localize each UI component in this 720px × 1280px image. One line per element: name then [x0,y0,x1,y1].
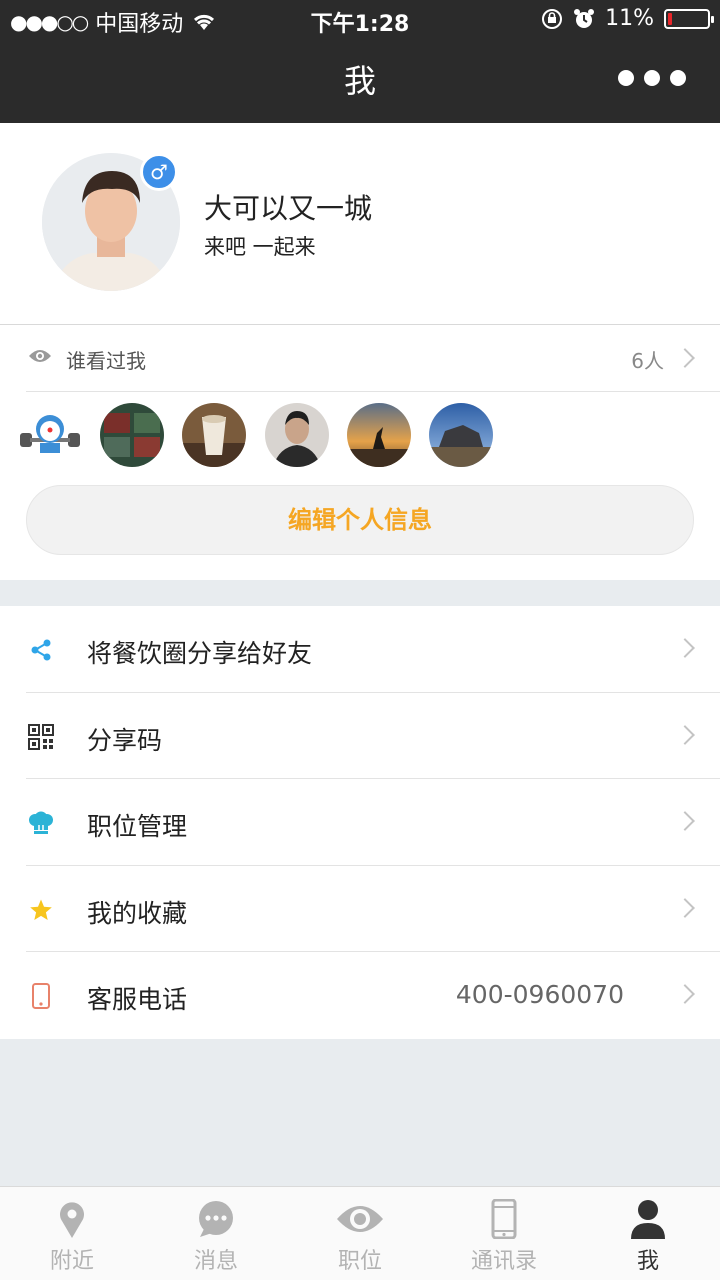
edit-profile-button[interactable]: 编辑个人信息 [26,485,694,555]
tab-label: 消息 [193,1249,238,1274]
chef-hat-icon [28,810,54,836]
mobile-phone-icon [491,1199,517,1239]
menu-item-share-app[interactable]: 将餐饮圈分享给好友 [26,606,720,693]
more-dot-icon [618,70,634,86]
phone-icon [28,983,54,1009]
eye-icon [337,1206,383,1232]
visitor-avatar[interactable] [182,403,246,467]
tab-messages[interactable]: 消息 [144,1187,288,1280]
person-icon [631,1200,665,1239]
tab-label: 职位 [337,1249,382,1274]
menu-item-label: 职位管理 [87,812,188,841]
user-name: 大可以又一城 [204,192,373,225]
chat-bubble-icon [199,1201,233,1237]
menu-item-favorites[interactable]: 我的收藏 [26,866,720,952]
visitors-section: 谁看过我 6人 编辑个人信息 [0,324,720,580]
tab-contacts[interactable]: 通讯录 [432,1187,576,1280]
menu-item-label: 我的收藏 [87,898,188,928]
eye-icon [29,350,51,362]
chevron-right-icon [675,348,695,368]
menu-item-label: 分享码 [87,725,163,755]
tab-jobs[interactable]: 职位 [288,1187,432,1280]
battery-level [668,12,672,25]
menu-item-customer-service[interactable]: 客服电话 400-0960070 [26,952,720,1039]
location-pin-icon [60,1202,84,1238]
profile-card[interactable]: ♂ 大可以又一城 来吧 一起来 [0,123,720,324]
settings-menu: 将餐饮圈分享给好友 分享码 职位管理 我的收藏 客服电话 400-0960070 [0,606,720,1039]
visitor-avatar[interactable] [18,403,82,467]
more-options-button[interactable] [618,70,686,86]
who-viewed-me-row[interactable]: 谁看过我 6人 [26,325,720,392]
tab-label: 通讯录 [470,1249,537,1274]
visitor-avatar[interactable] [265,403,329,467]
rotation-lock-icon [542,8,563,29]
share-icon [28,637,54,663]
visitor-avatar[interactable] [100,403,164,467]
menu-item-label: 客服电话 [87,985,188,1014]
tab-nearby[interactable]: 附近 [0,1187,144,1280]
chevron-right-icon [675,897,695,918]
visitor-avatar[interactable] [347,403,411,467]
visitor-count: 6人 [631,349,664,373]
battery-percent: 11% [605,6,654,31]
star-icon [28,897,54,923]
chevron-right-icon [675,724,695,745]
menu-item-job-management[interactable]: 职位管理 [26,779,720,866]
tab-me[interactable]: 我 [576,1187,720,1280]
tab-label: 附近 [49,1249,94,1274]
chevron-right-icon [675,811,695,831]
alarm-icon [574,8,595,28]
qrcode-icon [28,723,54,750]
menu-item-share-code[interactable]: 分享码 [26,693,720,779]
page-title: 我 [343,62,376,100]
chevron-right-icon [675,984,695,1004]
who-viewed-me-label: 谁看过我 [66,349,146,373]
status-bar: ●●●○○ 中国移动 下午1:28 11% [0,0,720,40]
chevron-right-icon [675,638,695,658]
tab-label: 我 [636,1249,659,1274]
more-dot-icon [670,70,686,86]
menu-item-label: 将餐饮圈分享给好友 [87,639,313,668]
customer-service-number: 400-0960070 [455,980,624,1009]
status-right: 11% [541,6,714,31]
gender-male-badge: ♂ [140,153,178,191]
battery-icon [664,8,714,29]
visitor-avatar[interactable] [429,403,493,467]
more-dot-icon [644,70,660,86]
user-motto: 来吧 一起来 [204,235,316,259]
tab-bar: 附近 消息 职位 通讯录 我 [0,1186,720,1280]
nav-bar: 我 [0,40,720,123]
